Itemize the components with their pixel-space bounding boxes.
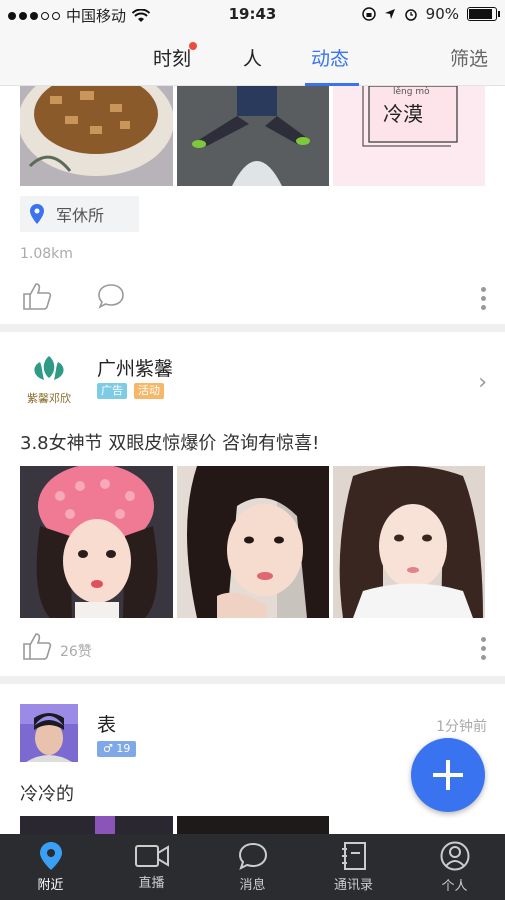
top-tabs: 时刻 人 动态 筛选 (0, 36, 505, 86)
nav-live[interactable]: 直播 (101, 834, 202, 900)
post-image[interactable] (333, 466, 485, 618)
nav-messages[interactable]: 消息 (202, 834, 303, 900)
nav-contacts[interactable]: 通讯录 (303, 834, 404, 900)
comment-icon[interactable] (97, 283, 125, 309)
like-icon[interactable] (22, 282, 52, 310)
bottom-nav: 附近 直播 消息 通讯录 个人 (0, 834, 505, 900)
location-pin-icon (39, 841, 62, 870)
location-arrow-icon (384, 9, 395, 19)
avatar[interactable] (20, 704, 78, 762)
location-pin-icon (30, 204, 44, 224)
nav-label: 附近 (37, 877, 64, 893)
logo-text: 紫馨邓欣 (27, 392, 71, 405)
chevron-right-icon[interactable]: › (478, 370, 487, 395)
nav-label: 通讯录 (333, 877, 373, 893)
battery-percent: 90% (425, 5, 459, 23)
top-bar: 中国移动 19:43 90% 时刻 人 动态 筛选 (0, 0, 505, 86)
like-count: 26赞 (60, 644, 92, 660)
location-tag[interactable]: 军休所 (20, 196, 139, 232)
ad-tag: 广告 (97, 383, 127, 399)
nav-label: 个人 (441, 878, 468, 894)
alarm-icon (404, 9, 417, 21)
poster-name[interactable]: 表 (97, 710, 116, 737)
post-image[interactable] (20, 466, 173, 618)
tab-label: 时刻 (153, 48, 192, 70)
post-image[interactable]: lěng mò 冷漠 (333, 86, 485, 186)
user-profile-icon (440, 841, 469, 870)
more-options-button[interactable] (481, 287, 487, 310)
like-icon[interactable] (22, 632, 52, 660)
nav-nearby[interactable]: 附近 (0, 834, 101, 900)
tab-people[interactable]: 人 (243, 44, 262, 71)
plus-icon (433, 760, 463, 790)
tab-moments[interactable]: 时刻 (153, 42, 198, 71)
tab-label: 人 (243, 48, 263, 70)
create-post-button[interactable] (411, 738, 485, 812)
nav-label: 直播 (138, 875, 165, 891)
filter-button[interactable]: 筛选 (450, 44, 488, 71)
image-caption: 冷漠 (383, 102, 423, 126)
gender-age-tag: ♂ 19 (97, 741, 137, 757)
avatar[interactable]: 紫馨邓欣 (20, 352, 78, 410)
post-image[interactable] (177, 86, 329, 186)
post-image[interactable] (20, 86, 173, 186)
tab-feed[interactable]: 动态 (311, 44, 349, 71)
post-text: 3.8女神节 双眼皮惊爆价 咨询有惊喜! (20, 433, 320, 454)
tab-label: 动态 (311, 48, 350, 70)
post-text: 冷冷的 (20, 784, 74, 805)
status-bar: 中国移动 19:43 90% (0, 0, 505, 30)
contacts-book-icon (341, 841, 366, 870)
feed-divider (0, 324, 505, 332)
poster-name[interactable]: 广州紫馨 (97, 354, 173, 381)
notification-badge (189, 42, 198, 50)
active-tab-indicator (305, 83, 359, 86)
image-caption-pinyin: lěng mò (393, 87, 430, 97)
post-image[interactable] (177, 466, 329, 618)
nav-label: 消息 (239, 877, 266, 893)
distance: 1.08km (20, 246, 73, 262)
chat-bubble-icon (238, 842, 267, 870)
nav-profile[interactable]: 个人 (404, 834, 505, 900)
post-time: 1分钟前 (436, 719, 487, 735)
tab-label: 筛选 (450, 48, 489, 70)
status-right: 90% (361, 5, 500, 23)
video-camera-icon (134, 844, 169, 867)
feed-divider (0, 676, 505, 684)
battery-icon (467, 7, 500, 21)
rotation-lock-icon (361, 7, 376, 21)
location-label: 军休所 (56, 206, 105, 225)
event-tag: 活动 (134, 383, 164, 399)
more-options-button[interactable] (481, 637, 487, 660)
